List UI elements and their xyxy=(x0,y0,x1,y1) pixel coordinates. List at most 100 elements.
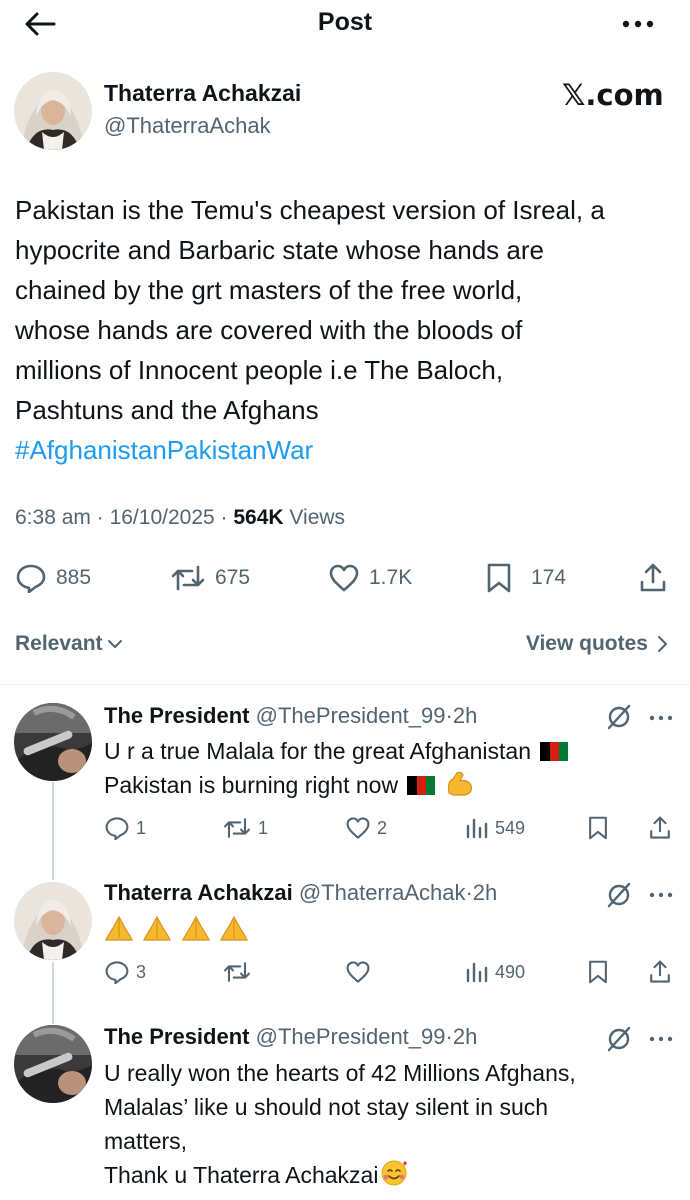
grok-icon[interactable] xyxy=(606,1026,632,1052)
heart-icon xyxy=(345,960,371,984)
post-text-line: Pashtuns and the Afghans xyxy=(15,395,319,425)
reply-avatar[interactable] xyxy=(14,703,92,781)
reply-text-line: matters, xyxy=(104,1128,188,1154)
views-count: 490 xyxy=(495,961,526,982)
view-quotes-label: View quotes xyxy=(525,632,648,655)
meta-separator: · xyxy=(445,1024,453,1049)
post-text-line: millions of Innocent people i.e The Balo… xyxy=(15,355,504,385)
post-date: 16/10/2025 xyxy=(109,506,215,529)
reply-author-handle[interactable]: @ThePresident_99 xyxy=(256,703,446,728)
reply-author-handle[interactable]: @ThePresident_99 xyxy=(256,1024,446,1049)
post-text-line: hypocrite and Barbaric state whose hands… xyxy=(15,235,544,265)
post-meta: 6:38 am · 16/10/2025 · 564K Views xyxy=(15,506,345,530)
like-button[interactable] xyxy=(345,958,377,986)
more-options-icon[interactable] xyxy=(618,14,658,34)
repost-icon xyxy=(170,563,206,593)
views-button[interactable]: 549 xyxy=(465,814,525,842)
reply-button[interactable]: 1 xyxy=(104,814,146,842)
bookmark-button[interactable] xyxy=(587,814,609,842)
author-handle[interactable]: @ThaterraAchak xyxy=(104,113,271,139)
grok-icon[interactable] xyxy=(606,704,632,730)
views-label: Views xyxy=(289,506,346,529)
bookmark-icon xyxy=(587,959,609,985)
like-button[interactable]: 1.7K xyxy=(328,558,412,598)
folded-hands-icon xyxy=(219,914,249,942)
reply-count: 1 xyxy=(136,817,147,838)
repost-count: 1 xyxy=(258,817,269,838)
reply-author-name[interactable]: The President xyxy=(104,1024,249,1049)
top-bar: Post xyxy=(0,0,690,50)
post-text-line: Pakistan is the Temu's cheapest version … xyxy=(15,195,605,225)
share-button[interactable] xyxy=(638,558,668,598)
bookmark-button[interactable]: 174 xyxy=(485,558,566,598)
reply-text-line: U r a true Malala for the great Afghanis… xyxy=(104,738,532,764)
hashtag-link[interactable]: #AfghanistanPakistanWar xyxy=(15,430,680,470)
reply-time: 2h xyxy=(472,880,498,905)
reply-text-line: Pakistan is burning right now xyxy=(104,772,399,798)
page-title: Post xyxy=(317,8,373,36)
post-text: Pakistan is the Temu's cheapest version … xyxy=(15,190,680,470)
reply-header: Thaterra Achakzai @ThaterraAchak·2h xyxy=(104,880,497,906)
reply-time: 2h xyxy=(452,1024,478,1049)
reply-header: The President @ThePresident_99·2h xyxy=(104,1024,477,1050)
reply-more-icon[interactable] xyxy=(648,713,674,723)
author-avatar[interactable] xyxy=(14,72,92,150)
post-text-line: whose hands are covered with the bloods … xyxy=(15,315,523,345)
reply-button[interactable]: 885 xyxy=(15,558,91,598)
reply-button[interactable]: 3 xyxy=(104,958,146,986)
like-button[interactable]: 2 xyxy=(345,814,387,842)
repost-button[interactable]: 1 xyxy=(222,814,268,842)
reply-text xyxy=(104,914,253,943)
share-icon xyxy=(638,562,668,594)
author-name[interactable]: Thaterra Achakzai xyxy=(104,80,301,107)
afghanistan-flag-icon xyxy=(407,776,436,795)
flexed-biceps-icon xyxy=(445,769,475,797)
reply-text-line: Malalas’ like u should not stay silent i… xyxy=(104,1094,549,1120)
reply-avatar[interactable] xyxy=(14,1025,92,1103)
reply-avatar[interactable] xyxy=(14,882,92,960)
repost-button[interactable] xyxy=(222,958,258,986)
share-icon xyxy=(648,815,672,841)
post-text-line: chained by the grt masters of the free w… xyxy=(15,275,523,305)
bookmark-icon xyxy=(587,815,609,841)
reply-text-line: Thank u Thaterra Achakzai xyxy=(104,1162,379,1188)
sort-dropdown[interactable]: Relevant xyxy=(15,632,123,656)
chevron-right-icon xyxy=(656,635,668,653)
bar-chart-icon xyxy=(465,960,489,984)
reply-text-line: U really won the hearts of 42 Millions A… xyxy=(104,1060,576,1086)
grok-icon[interactable] xyxy=(606,882,632,908)
meta-separator: · xyxy=(445,703,453,728)
bookmark-count: 174 xyxy=(531,566,567,589)
thread-connector xyxy=(52,962,54,1024)
repost-button[interactable]: 675 xyxy=(170,558,250,598)
sort-label: Relevant xyxy=(15,632,103,655)
views-button[interactable]: 490 xyxy=(465,958,525,986)
replies-sort-row: Relevant View quotes xyxy=(0,628,690,664)
reply-author-name[interactable]: Thaterra Achakzai xyxy=(104,880,293,905)
x-com-logo: 𝕏.com xyxy=(562,78,664,112)
share-button[interactable] xyxy=(648,814,672,842)
like-count: 1.7K xyxy=(369,566,413,589)
view-quotes-link[interactable]: View quotes xyxy=(526,632,668,656)
like-count: 2 xyxy=(377,817,388,838)
chevron-down-icon xyxy=(107,638,123,650)
reply-author-handle[interactable]: @ThaterraAchak xyxy=(299,880,466,905)
meta-separator: · xyxy=(465,880,473,905)
views-count[interactable]: 564K xyxy=(233,506,283,529)
views-count: 549 xyxy=(495,817,526,838)
bookmark-icon xyxy=(485,562,513,594)
reply-time: 2h xyxy=(452,703,478,728)
reply-more-icon[interactable] xyxy=(648,890,674,900)
reply-icon xyxy=(104,816,130,840)
post-actions: 885 675 1.7K 174 xyxy=(0,558,690,598)
bar-chart-icon xyxy=(465,816,489,840)
meta-separator: · xyxy=(220,506,228,529)
reply-text: U really won the hearts of 42 Millions A… xyxy=(104,1056,576,1192)
share-button[interactable] xyxy=(648,958,672,986)
folded-hands-icon xyxy=(104,914,134,942)
bookmark-button[interactable] xyxy=(587,958,609,986)
reply-icon xyxy=(104,960,130,984)
reply-author-name[interactable]: The President xyxy=(104,703,249,728)
reply-text: U r a true Malala for the great Afghanis… xyxy=(104,734,571,802)
reply-more-icon[interactable] xyxy=(648,1034,674,1044)
